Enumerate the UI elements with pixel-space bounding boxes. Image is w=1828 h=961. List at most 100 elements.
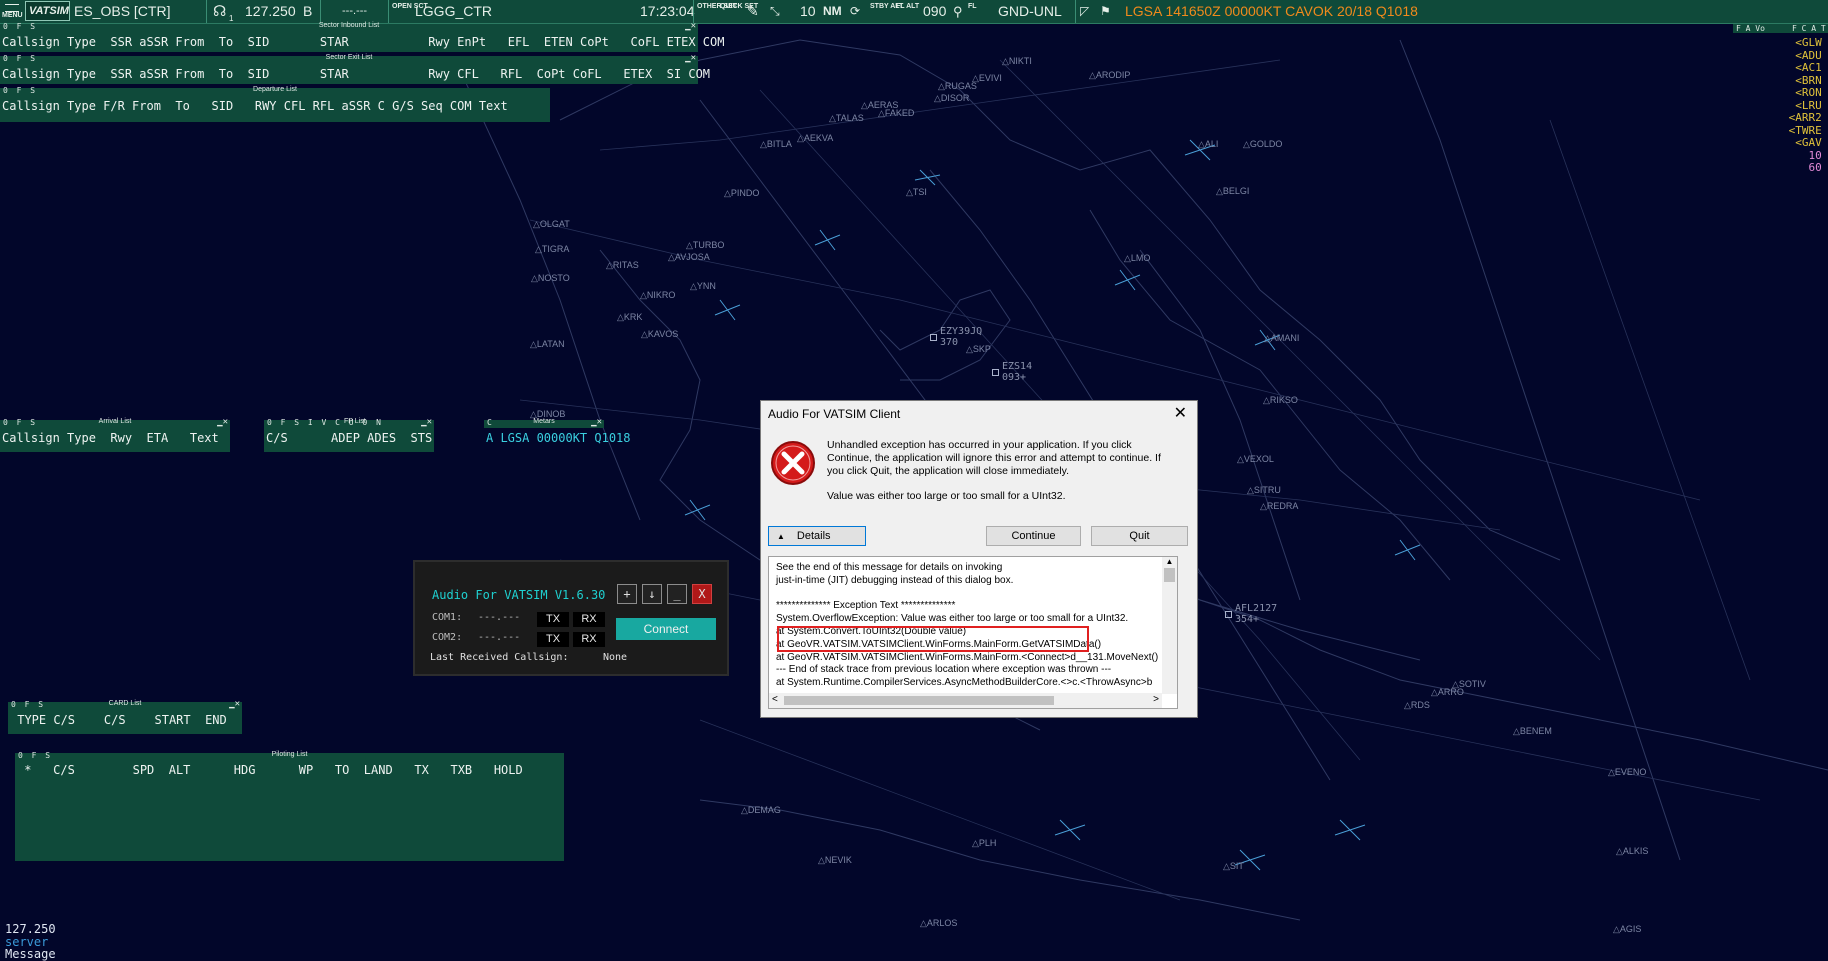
waypoint-label: △VEXOL xyxy=(1237,454,1274,464)
waypoint-label: △ALI xyxy=(1198,139,1219,149)
right-window-flags-2[interactable]: F C A T xyxy=(1790,24,1828,33)
aircraft-symbol[interactable] xyxy=(992,369,999,376)
close-button[interactable]: X xyxy=(692,584,712,604)
other-set-button[interactable]: OTHER SET xyxy=(697,3,737,26)
waypoint-label: △TIGRA xyxy=(535,244,570,254)
aircraft-symbol[interactable] xyxy=(930,334,937,341)
waypoint-label: △SITRU xyxy=(1247,485,1281,495)
stby-alt-button[interactable]: STBY ALT xyxy=(870,3,903,26)
metars-list[interactable]: C Metars ▁✕ A LGSA 00000KT Q1018 xyxy=(484,417,631,452)
waypoint-label: △DISOR xyxy=(934,93,970,103)
sector-inbound-list[interactable]: 0 F S Sector Inbound List ▁✕ Callsign Ty… xyxy=(0,21,724,52)
arrival-list[interactable]: 0 F S Arrival List ▁✕ Callsign Type Rwy … xyxy=(0,417,230,452)
secondary-frequency[interactable]: ---.--- xyxy=(342,0,367,23)
dialog-title: Audio For VATSIM Client xyxy=(768,407,901,421)
last-callsign-value: None xyxy=(603,652,628,663)
waypoint-label: △KAVOS xyxy=(641,329,679,339)
waypoint-label: △RDS xyxy=(1404,700,1430,710)
headset-icon[interactable]: ☊ xyxy=(213,0,226,23)
add-button[interactable]: + xyxy=(617,584,637,604)
waypoint-label: △NIKTI xyxy=(1002,56,1032,66)
metar-line[interactable]: LGSA 141650Z 00000KT CAVOK 20/18 Q1018 xyxy=(1125,0,1418,23)
quick-set-button[interactable]: QUICK SET xyxy=(720,3,758,26)
primary-frequency[interactable]: 127.250 xyxy=(245,0,296,23)
altitude-filter[interactable]: GND-UNL xyxy=(998,0,1062,23)
afv-client-widget: Audio For VATSIM V1.6.30 + ↓ _ X COM1: -… xyxy=(413,560,729,676)
download-button[interactable]: ↓ xyxy=(642,584,662,604)
rotate-icon[interactable]: ⟳ xyxy=(850,0,860,23)
card-list[interactable]: 0 F S CARD List ▁✕ TYPE C/S C/S START EN… xyxy=(8,699,242,734)
details-button[interactable]: ▲ Details xyxy=(768,526,866,546)
list-header: A LGSA 00000KT Q1018 xyxy=(486,431,631,445)
waypoint-label: △EVENO xyxy=(1608,767,1647,777)
com1-rx-button[interactable]: RX xyxy=(573,612,605,627)
right-list-item: 60 V xyxy=(1808,161,1822,174)
close-icon[interactable]: ▁✕ xyxy=(217,417,228,427)
error-icon xyxy=(771,441,815,485)
com2-tx-button[interactable]: TX xyxy=(537,632,569,647)
range-unit[interactable]: NM xyxy=(823,0,842,23)
waypoint-label: △TALAS xyxy=(829,113,864,123)
details-line: at System.Runtime.CompilerServices.Async… xyxy=(776,677,1153,689)
waypoint-label: △TSI xyxy=(906,187,927,197)
waypoint-label: △KRK xyxy=(617,312,643,322)
close-icon[interactable]: ▁✕ xyxy=(685,53,696,63)
callsign-label: ES_OBS [CTR] xyxy=(74,3,171,19)
piloting-list[interactable]: 0 F S Piloting List * C/S SPD ALT HDG WP… xyxy=(15,751,564,861)
waypoint-label: △PLH xyxy=(972,838,997,848)
waypoint-label: △ARODIP xyxy=(1089,70,1131,80)
aircraft-label[interactable]: EZY39JQ 370 xyxy=(940,326,982,348)
right-list-item: <ARR2 L xyxy=(1788,111,1822,124)
list-title: Departure List xyxy=(253,86,297,93)
waypoint-label: △OLGAT xyxy=(533,219,570,229)
vertical-scrollbar[interactable]: ▲ xyxy=(1162,557,1177,694)
distance-icon[interactable]: ⤡ xyxy=(770,0,780,23)
fl-alt-button[interactable]: FL ALT xyxy=(896,3,919,26)
message-label: Message xyxy=(5,947,56,961)
waypoint-label: △NOSTO xyxy=(531,273,570,283)
waypoint-label: △AGIS xyxy=(1613,924,1642,934)
list-header: * C/S SPD ALT HDG WP TO LAND TX TXB HOLD xyxy=(15,761,564,861)
continue-button[interactable]: Continue xyxy=(986,526,1081,546)
waypoint-label: △NIKRO xyxy=(640,290,676,300)
close-icon[interactable]: ▁✕ xyxy=(421,417,432,427)
waypoint-label: △RUGAS xyxy=(938,81,977,91)
range-value[interactable]: 10 xyxy=(800,0,816,23)
sector-exit-list[interactable]: 0 F S Sector Exit List ▁✕ Callsign Type … xyxy=(0,53,710,84)
quit-button[interactable]: Quit xyxy=(1091,526,1188,546)
horizontal-scrollbar[interactable]: < > xyxy=(769,693,1162,708)
close-icon[interactable]: ▁✕ xyxy=(685,21,696,31)
ruler-icon[interactable]: ◸ xyxy=(1080,0,1089,23)
aircraft-symbol[interactable] xyxy=(1225,611,1232,618)
list-title: Piloting List xyxy=(271,751,308,758)
connect-button[interactable]: Connect xyxy=(616,618,716,640)
dialog-error-summary: Value was either too large or too small … xyxy=(827,490,1066,502)
com2-rx-button[interactable]: RX xyxy=(573,632,605,647)
close-icon[interactable]: ✕ xyxy=(1174,403,1187,423)
waypoint-label: △GOLDO xyxy=(1243,139,1283,149)
list-header: Callsign Type Rwy ETA Text xyxy=(0,428,230,452)
waypoint-label: △SIT xyxy=(1223,861,1244,871)
com1-label: COM1: xyxy=(432,612,463,623)
top-toolbar: MENU VATSIM ES_OBS [CTR] ☊ 1 127.250 B -… xyxy=(0,0,1828,24)
list-title: CARD List xyxy=(108,700,142,707)
close-icon[interactable]: ▁✕ xyxy=(229,699,240,709)
transition-level[interactable]: 090 xyxy=(923,0,946,23)
aircraft-label[interactable]: EZS14 093+ xyxy=(1002,361,1032,383)
departure-list[interactable]: 0 F S Departure List Callsign Type F/R F… xyxy=(0,86,550,122)
list-header: TYPE C/S C/S START END xyxy=(8,710,242,734)
pencil-icon[interactable]: ✎ xyxy=(747,0,759,23)
filter-icon[interactable]: ⚲ xyxy=(953,0,963,23)
right-window-flags[interactable]: F A Vo xyxy=(1733,24,1796,33)
afv-title: Audio For VATSIM V1.6.30 xyxy=(432,588,606,602)
wind-icon[interactable]: ⚑ xyxy=(1100,0,1111,23)
com1-tx-button[interactable]: TX xyxy=(537,612,569,627)
waypoint-label: △TURBO xyxy=(686,240,725,250)
right-list-item: <AC1 L xyxy=(1795,61,1822,74)
minimize-button[interactable]: _ xyxy=(667,584,687,604)
fp-list[interactable]: 0 F S I V C U O N FP List ▁✕ C/S ADEP AD… xyxy=(264,417,434,452)
close-icon[interactable]: ▁✕ xyxy=(591,417,602,427)
aircraft-label[interactable]: AFL2127 354+ xyxy=(1235,603,1277,625)
fl-label: FL xyxy=(968,3,977,10)
details-line: at GeoVR.VATSIM.VATSIMClient.WinForms.Ma… xyxy=(776,651,1159,663)
